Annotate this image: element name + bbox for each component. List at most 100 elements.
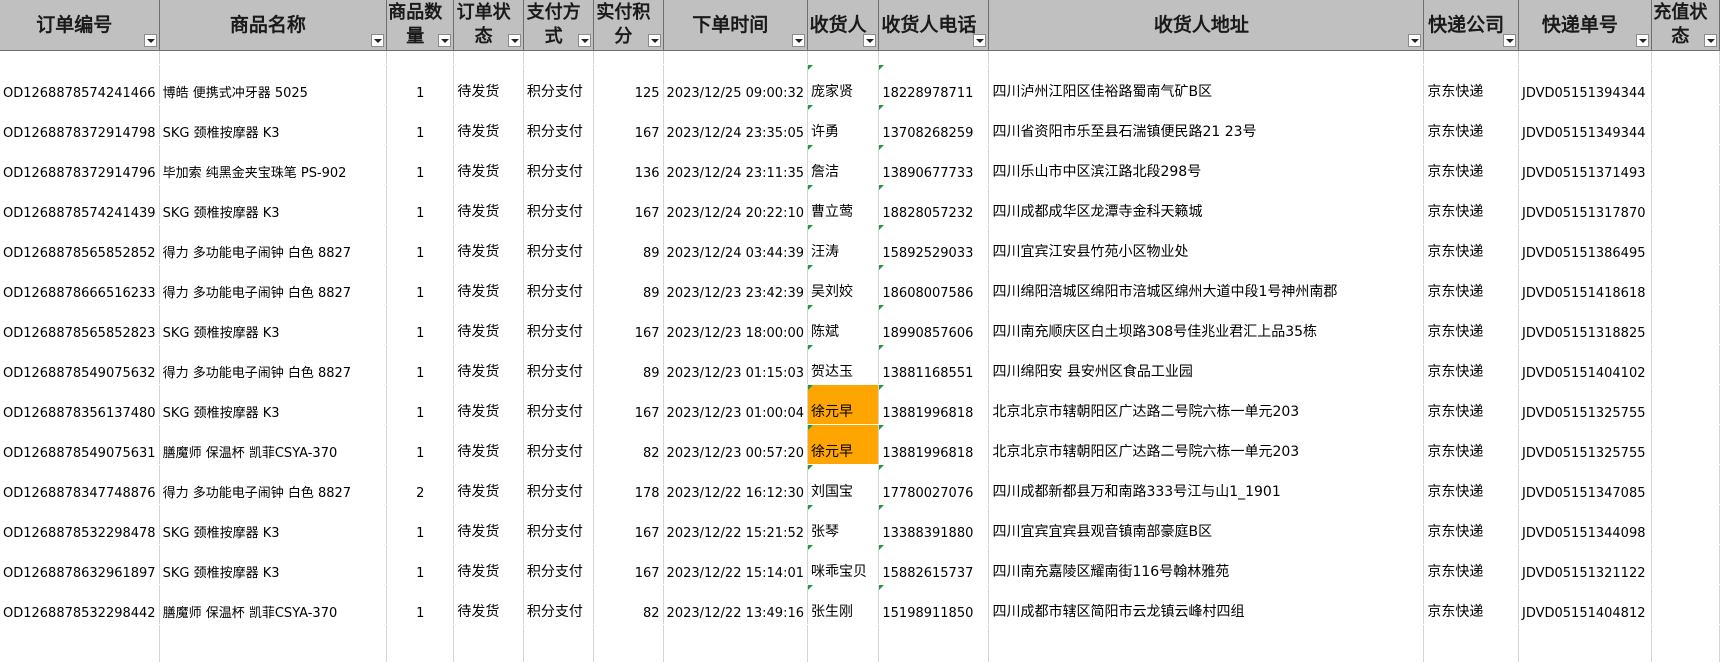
cell-receiver[interactable]: 詹洁 xyxy=(807,144,880,185)
filter-dropdown-icon[interactable] xyxy=(1408,34,1422,47)
cell-receiver-phone[interactable]: 13881168551 xyxy=(878,344,990,385)
cell-quantity[interactable]: 1 xyxy=(386,144,455,185)
cell-courier[interactable]: 京东快递 xyxy=(1423,384,1519,425)
cell-receiver-address[interactable]: 四川省资阳市乐至县石湍镇便民路21 23号 xyxy=(988,104,1425,145)
cell-paid-points[interactable]: 82 xyxy=(593,584,664,625)
cell-recharge-status[interactable] xyxy=(1651,64,1720,105)
cell-courier[interactable]: 京东快递 xyxy=(1423,144,1519,185)
cell-receiver[interactable]: 咪乖宝贝 xyxy=(807,544,880,585)
cell-quantity[interactable]: 2 xyxy=(386,464,455,505)
cell-payment-method[interactable]: 积分支付 xyxy=(523,144,595,185)
cell-order-id[interactable]: OD1268878666516233 xyxy=(0,264,160,305)
cell-order-time[interactable]: 2023/12/22 13:49:16 xyxy=(663,584,809,625)
column-header-recharge-status[interactable]: 充值状态 xyxy=(1651,0,1720,51)
empty-cell[interactable] xyxy=(593,50,664,65)
cell-order-status[interactable]: 待发货 xyxy=(453,424,524,465)
cell-product-name[interactable]: SKG 颈椎按摩器 K3 xyxy=(159,304,388,345)
cell-tracking-number[interactable]: JDVD05151325755 xyxy=(1518,384,1652,425)
cell-receiver-address[interactable]: 四川乐山市中区滨江路北段298号 xyxy=(988,144,1425,185)
cell-paid-points[interactable]: 167 xyxy=(593,104,664,145)
cell-receiver[interactable]: 庞家贤 xyxy=(807,64,880,105)
empty-cell[interactable] xyxy=(878,624,990,663)
empty-cell[interactable] xyxy=(386,624,455,663)
cell-recharge-status[interactable] xyxy=(1651,344,1720,385)
cell-recharge-status[interactable] xyxy=(1651,464,1720,505)
cell-paid-points[interactable]: 89 xyxy=(593,264,664,305)
cell-receiver[interactable]: 张琴 xyxy=(807,504,880,545)
column-header-paid-points[interactable]: 实付积分 xyxy=(593,0,664,51)
cell-product-name[interactable]: 得力 多功能电子闹钟 白色 8827 xyxy=(159,464,388,505)
cell-receiver[interactable]: 徐元早 xyxy=(807,384,880,425)
cell-payment-method[interactable]: 积分支付 xyxy=(523,464,595,505)
column-header-tracking-number[interactable]: 快递单号 xyxy=(1518,0,1652,51)
empty-cell[interactable] xyxy=(988,624,1425,663)
cell-courier[interactable]: 京东快递 xyxy=(1423,184,1519,225)
cell-tracking-number[interactable]: JDVD05151344098 xyxy=(1518,504,1652,545)
cell-order-status[interactable]: 待发货 xyxy=(453,504,524,545)
cell-tracking-number[interactable]: JDVD05151386495 xyxy=(1518,224,1652,265)
cell-payment-method[interactable]: 积分支付 xyxy=(523,384,595,425)
cell-paid-points[interactable]: 82 xyxy=(593,424,664,465)
empty-cell[interactable] xyxy=(878,50,990,65)
cell-order-id[interactable]: OD1268878372914798 xyxy=(0,104,160,145)
cell-receiver[interactable]: 许勇 xyxy=(807,104,880,145)
filter-dropdown-icon[interactable] xyxy=(792,34,805,47)
empty-cell[interactable] xyxy=(1651,624,1720,663)
cell-order-time[interactable]: 2023/12/23 00:57:20 xyxy=(663,424,809,465)
cell-tracking-number[interactable]: JDVD05151321122 xyxy=(1518,544,1652,585)
empty-cell[interactable] xyxy=(0,624,160,663)
cell-paid-points[interactable]: 136 xyxy=(593,144,664,185)
cell-courier[interactable]: 京东快递 xyxy=(1423,64,1519,105)
cell-receiver-phone[interactable]: 13881996818 xyxy=(878,424,990,465)
empty-cell[interactable] xyxy=(663,624,809,663)
cell-quantity[interactable]: 1 xyxy=(386,304,455,345)
cell-paid-points[interactable]: 167 xyxy=(593,304,664,345)
cell-order-status[interactable]: 待发货 xyxy=(453,384,524,425)
cell-courier[interactable]: 京东快递 xyxy=(1423,104,1519,145)
cell-receiver-address[interactable]: 四川宜宾宜宾县观音镇南部豪庭B区 xyxy=(988,504,1425,545)
cell-order-time[interactable]: 2023/12/24 20:22:10 xyxy=(663,184,809,225)
empty-cell[interactable] xyxy=(453,624,524,663)
cell-receiver-phone[interactable]: 15198911850 xyxy=(878,584,990,625)
cell-order-status[interactable]: 待发货 xyxy=(453,104,524,145)
cell-order-id[interactable]: OD1268878574241466 xyxy=(0,64,160,105)
cell-order-id[interactable]: OD1268878347748876 xyxy=(0,464,160,505)
cell-payment-method[interactable]: 积分支付 xyxy=(523,224,595,265)
cell-recharge-status[interactable] xyxy=(1651,264,1720,305)
cell-recharge-status[interactable] xyxy=(1651,424,1720,465)
empty-cell[interactable] xyxy=(988,50,1425,65)
cell-order-status[interactable]: 待发货 xyxy=(453,144,524,185)
cell-quantity[interactable]: 1 xyxy=(386,224,455,265)
cell-receiver-address[interactable]: 四川南充嘉陵区耀南街116号翰林雅苑 xyxy=(988,544,1425,585)
empty-cell[interactable] xyxy=(807,50,880,65)
filter-dropdown-icon[interactable] xyxy=(863,34,877,47)
cell-order-time[interactable]: 2023/12/23 01:00:04 xyxy=(663,384,809,425)
cell-order-id[interactable]: OD1268878565852823 xyxy=(0,304,160,345)
cell-receiver-phone[interactable]: 18228978711 xyxy=(878,64,990,105)
empty-cell[interactable] xyxy=(807,624,880,663)
cell-order-id[interactable]: OD1268878356137480 xyxy=(0,384,160,425)
cell-order-status[interactable]: 待发货 xyxy=(453,544,524,585)
cell-order-id[interactable]: OD1268878549075632 xyxy=(0,344,160,385)
filter-dropdown-icon[interactable] xyxy=(647,34,661,47)
filter-dropdown-icon[interactable] xyxy=(973,34,987,47)
column-header-order-status[interactable]: 订单状态 xyxy=(453,0,524,51)
cell-payment-method[interactable]: 积分支付 xyxy=(523,64,595,105)
cell-receiver-phone[interactable]: 13388391880 xyxy=(878,504,990,545)
cell-courier[interactable]: 京东快递 xyxy=(1423,584,1519,625)
cell-product-name[interactable]: 博皓 便携式冲牙器 5025 xyxy=(159,64,388,105)
empty-cell[interactable] xyxy=(386,50,455,65)
cell-order-id[interactable]: OD1268878532298478 xyxy=(0,504,160,545)
cell-paid-points[interactable]: 167 xyxy=(593,544,664,585)
cell-tracking-number[interactable]: JDVD05151394344 xyxy=(1518,64,1652,105)
cell-order-time[interactable]: 2023/12/22 16:12:30 xyxy=(663,464,809,505)
cell-order-time[interactable]: 2023/12/23 01:15:03 xyxy=(663,344,809,385)
empty-cell[interactable] xyxy=(663,50,809,65)
cell-payment-method[interactable]: 积分支付 xyxy=(523,184,595,225)
cell-receiver-address[interactable]: 北京北京市辖朝阳区广达路二号院六栋一单元203 xyxy=(988,384,1425,425)
column-header-courier[interactable]: 快递公司 xyxy=(1423,0,1519,51)
cell-product-name[interactable]: 膳魔师 保温杯 凯菲CSYA-370 xyxy=(159,584,388,625)
cell-quantity[interactable]: 1 xyxy=(386,504,455,545)
cell-product-name[interactable]: 膳魔师 保温杯 凯菲CSYA-370 xyxy=(159,424,388,465)
cell-receiver[interactable]: 陈斌 xyxy=(807,304,880,345)
